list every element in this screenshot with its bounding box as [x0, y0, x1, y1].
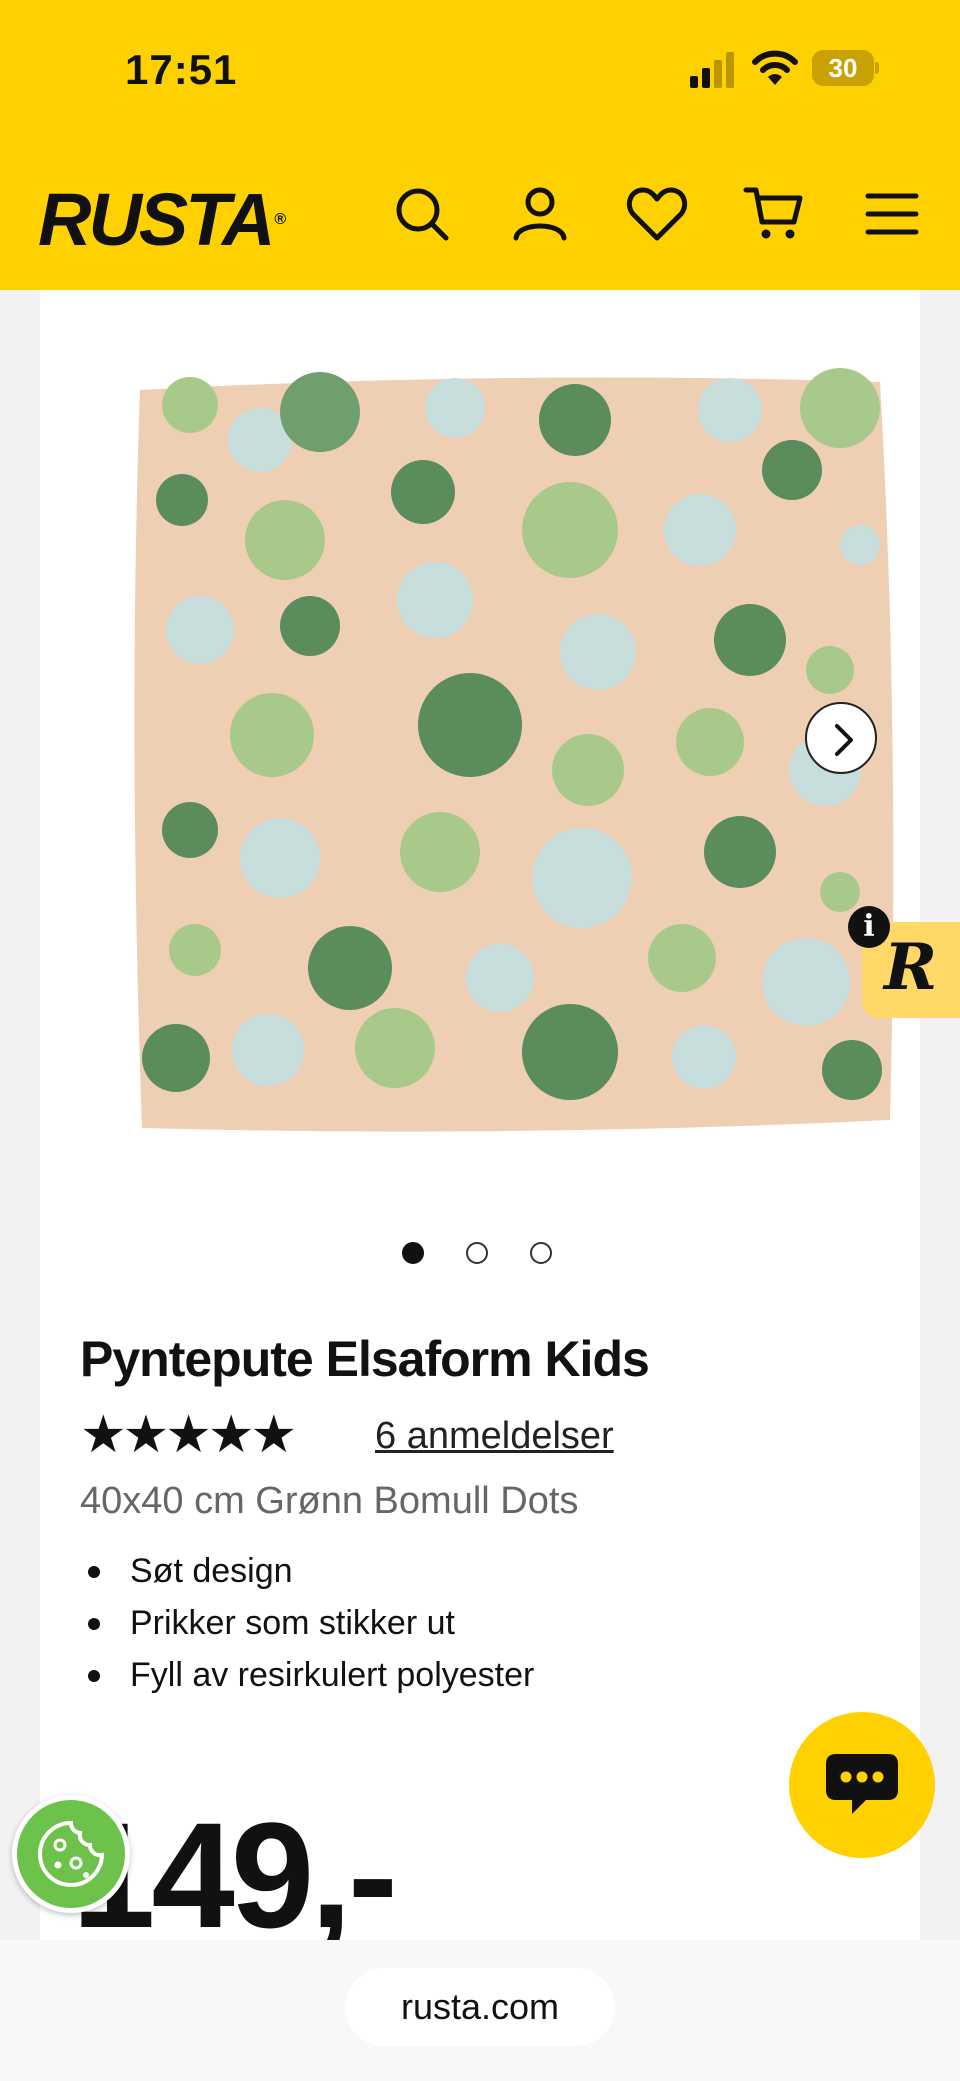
account-icon[interactable]	[508, 182, 572, 246]
carousel-next-button[interactable]	[805, 702, 877, 774]
menu-icon[interactable]	[860, 182, 924, 246]
wifi-icon	[752, 50, 798, 85]
product-card: Pyntepute Elsaform Kids ★★★★★ 6 anmeldel…	[40, 290, 920, 1940]
status-time: 17:51	[125, 46, 238, 93]
chat-icon	[826, 1754, 898, 1814]
carousel-dot[interactable]	[402, 1242, 424, 1264]
carousel-indicators	[402, 1242, 602, 1272]
address-bar[interactable]: rusta.com	[345, 1968, 615, 2046]
heart-icon[interactable]	[625, 182, 689, 246]
carousel-dot[interactable]	[530, 1242, 552, 1264]
feature-item: Søt design	[80, 1545, 534, 1597]
product-title: Pyntepute Elsaform Kids	[80, 1331, 650, 1387]
battery-level: 30	[828, 53, 858, 83]
chat-button[interactable]	[789, 1712, 935, 1858]
search-icon[interactable]	[390, 182, 454, 246]
header: 17:51 30 RUSTA ®	[0, 0, 960, 290]
product-features: Søt design Prikker som stikker ut Fyll a…	[80, 1545, 534, 1701]
rusta-logo[interactable]: RUSTA ®	[38, 180, 286, 260]
cookie-icon	[38, 1820, 105, 1887]
reviews-link[interactable]: 6 anmeldelser	[375, 1415, 614, 1458]
product-image[interactable]	[100, 330, 920, 1150]
cart-icon[interactable]	[742, 182, 806, 246]
r-logo: R	[884, 930, 938, 1005]
rating-stars: ★★★★★	[80, 1406, 297, 1464]
battery-icon: 30	[812, 50, 880, 88]
signal-icon	[690, 52, 734, 88]
feature-item: Fyll av resirkulert polyester	[80, 1649, 534, 1701]
carousel-dot[interactable]	[466, 1242, 488, 1264]
chevron-right-icon	[835, 724, 853, 756]
product-subtitle: 40x40 cm Grønn Bomull Dots	[80, 1480, 579, 1522]
cookie-settings-button[interactable]	[12, 1795, 130, 1913]
feature-item: Prikker som stikker ut	[80, 1597, 534, 1649]
info-icon[interactable]: i	[848, 906, 890, 948]
